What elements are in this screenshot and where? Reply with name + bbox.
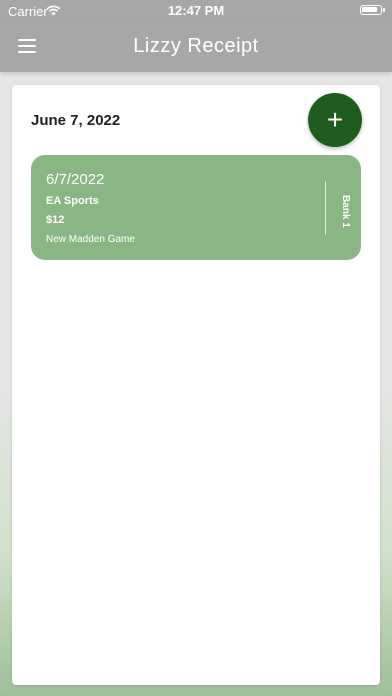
- status-time: 12:47 PM: [167, 3, 225, 18]
- receipt-vendor: EA Sports: [46, 195, 99, 207]
- add-receipt-button[interactable]: +: [308, 93, 362, 147]
- receipt-date: 6/7/2022: [46, 171, 105, 188]
- receipts-panel: June 7, 2022 + 6/7/2022 EA Sports $12 Ne…: [12, 85, 380, 685]
- receipt-bank: Bank 1: [340, 195, 351, 228]
- date-heading: June 7, 2022: [31, 112, 121, 129]
- navigation-bar: Lizzy Receipt: [0, 22, 392, 72]
- receipt-card[interactable]: 6/7/2022 EA Sports $12 New Madden Game B…: [31, 155, 361, 260]
- receipt-description: New Madden Game: [46, 234, 135, 245]
- receipt-amount: $12: [46, 214, 65, 226]
- battery-icon: [360, 5, 385, 15]
- app-title: Lizzy Receipt: [133, 35, 259, 57]
- status-bar: Carrier 12:47 PM: [0, 0, 392, 22]
